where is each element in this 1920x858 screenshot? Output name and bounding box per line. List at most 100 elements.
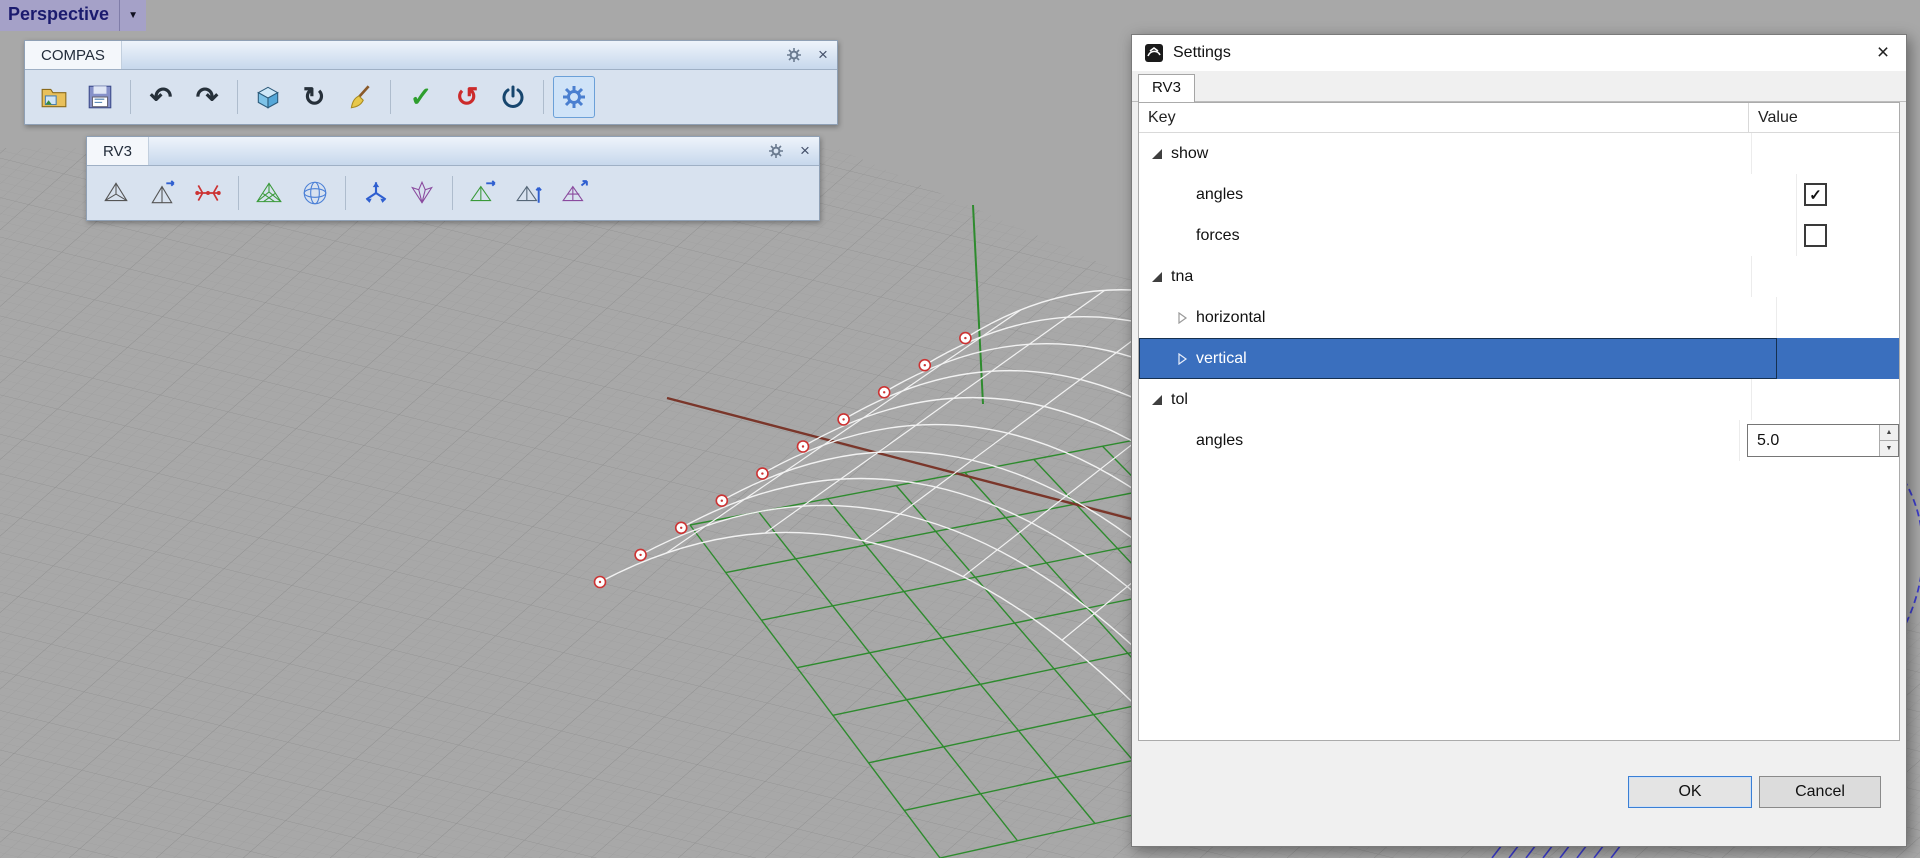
spinner: ▲ ▼ bbox=[1879, 425, 1898, 456]
compas-toolbar: COMPAS × ↶ ↷ ↻ ✓ ↺ bbox=[24, 40, 838, 125]
compas-undo-button[interactable]: ↶ bbox=[140, 76, 182, 118]
cancel-button[interactable]: Cancel bbox=[1759, 776, 1881, 808]
rv3-equilibrium-button[interactable] bbox=[355, 172, 397, 214]
force-sphere-icon bbox=[303, 181, 327, 205]
compas-save-button[interactable] bbox=[79, 76, 121, 118]
power-icon bbox=[502, 85, 524, 108]
rv3-toolbar-drag-area[interactable] bbox=[149, 137, 761, 165]
skeleton-icon bbox=[195, 185, 221, 201]
verify-check-icon: ✓ bbox=[409, 81, 433, 112]
settings-dialog: Settings × RV3 Key Value show angles ✓ f… bbox=[1131, 34, 1907, 847]
tol-angles-spinbox: ▲ ▼ bbox=[1747, 424, 1899, 457]
viewport-name[interactable]: Perspective bbox=[0, 0, 120, 31]
compas-clean-button[interactable] bbox=[339, 76, 381, 118]
settings-tabstrip: RV3 bbox=[1132, 71, 1906, 102]
settings-row-tol-angles[interactable]: angles ▲ ▼ bbox=[1139, 420, 1899, 461]
settings-gears-icon bbox=[563, 86, 585, 108]
expand-triangle-icon[interactable] bbox=[1151, 271, 1163, 283]
toolbar-separator bbox=[238, 176, 239, 210]
compas-toolbar-options-gear-icon[interactable] bbox=[779, 41, 809, 69]
compas-cloud-sync-button[interactable]: ↺ bbox=[446, 76, 488, 118]
column-header-key[interactable]: Key bbox=[1139, 103, 1749, 132]
solve-equilibrium-icon bbox=[562, 180, 588, 202]
expand-triangle-icon[interactable] bbox=[1151, 394, 1163, 406]
settings-row-show[interactable]: show bbox=[1139, 133, 1899, 174]
rv3-fan-button[interactable] bbox=[401, 172, 443, 214]
collapse-triangle-icon[interactable] bbox=[1176, 352, 1188, 365]
tol-angles-input[interactable] bbox=[1748, 425, 1879, 456]
row-key-label: angles bbox=[1196, 185, 1244, 203]
open-file-icon bbox=[41, 88, 67, 108]
row-key-label: forces bbox=[1196, 226, 1240, 244]
rv3-toolbar-titlebar: RV3 × bbox=[87, 137, 819, 166]
toolbar-separator bbox=[237, 80, 238, 114]
toolbar-separator bbox=[452, 176, 453, 210]
undo-icon: ↶ bbox=[149, 81, 173, 112]
compas-toolbar-close-icon[interactable]: × bbox=[809, 41, 837, 69]
cube-scene-icon bbox=[257, 86, 279, 109]
settings-row-show-forces[interactable]: forces bbox=[1139, 215, 1899, 256]
settings-table-header: Key Value bbox=[1139, 103, 1899, 133]
spin-up-icon[interactable]: ▲ bbox=[1880, 425, 1898, 441]
settings-dialog-close-button[interactable]: × bbox=[1860, 35, 1906, 71]
compas-redo-button[interactable]: ↷ bbox=[186, 76, 228, 118]
toolbar-separator bbox=[345, 176, 346, 210]
pattern-mesh-icon bbox=[256, 182, 282, 203]
rv3-vertical-button[interactable] bbox=[508, 172, 550, 214]
viewport-menu-arrow-icon[interactable]: ▼ bbox=[119, 0, 147, 31]
equilibrium-arrows-icon bbox=[365, 182, 387, 203]
settings-row-tna[interactable]: tna bbox=[1139, 256, 1899, 297]
settings-row-show-angles[interactable]: angles bbox=[1139, 174, 1899, 215]
compas-refresh-button[interactable]: ↻ bbox=[293, 76, 335, 118]
row-key-label: horizontal bbox=[1196, 308, 1266, 326]
rv3-pattern-button[interactable] bbox=[248, 172, 290, 214]
vertical-equilibrium-icon bbox=[516, 185, 542, 203]
row-key-label: vertical bbox=[1196, 349, 1247, 367]
compas-verify-button[interactable]: ✓ bbox=[400, 76, 442, 118]
refresh-icon: ↻ bbox=[302, 81, 326, 112]
rv3-force-button[interactable] bbox=[294, 172, 336, 214]
settings-row-tna-vertical[interactable]: vertical bbox=[1139, 338, 1899, 379]
form-diagram-arrow-icon bbox=[151, 180, 175, 204]
row-key-label: angles bbox=[1196, 431, 1244, 449]
rv3-toolbar-close-icon[interactable]: × bbox=[791, 137, 819, 165]
compas-toolbar-body: ↶ ↷ ↻ ✓ ↺ bbox=[25, 70, 837, 124]
rv3-solve-button[interactable] bbox=[554, 172, 596, 214]
form-diagram-icon bbox=[104, 182, 128, 202]
settings-row-tol[interactable]: tol bbox=[1139, 379, 1899, 420]
toolbar-separator bbox=[130, 80, 131, 114]
rv3-toolbar-options-gear-icon[interactable] bbox=[761, 137, 791, 165]
spin-down-icon[interactable]: ▼ bbox=[1880, 441, 1898, 456]
fan-diagram-icon bbox=[411, 180, 433, 204]
rv3-horizontal-button[interactable] bbox=[462, 172, 504, 214]
rv3-form-arrow-button[interactable] bbox=[141, 172, 183, 214]
compas-settings-button[interactable] bbox=[553, 76, 595, 118]
redo-icon: ↷ bbox=[195, 81, 219, 112]
rhino-viewport-window: Perspective ▼ COMPAS × ↶ ↷ ↻ ✓ ↺ RV3 × S… bbox=[0, 0, 1920, 858]
viewport-label: Perspective ▼ bbox=[0, 0, 147, 31]
compas-toolbar-titlebar: COMPAS × bbox=[25, 41, 837, 70]
ok-button[interactable]: OK bbox=[1628, 776, 1752, 808]
tab-rv3[interactable]: RV3 bbox=[1138, 74, 1195, 102]
settings-dialog-titlebar[interactable]: Settings × bbox=[1132, 35, 1906, 71]
save-file-icon bbox=[88, 85, 112, 109]
compas-open-button[interactable] bbox=[33, 76, 75, 118]
settings-table: Key Value show angles f bbox=[1138, 102, 1900, 741]
column-header-value[interactable]: Value bbox=[1749, 109, 1899, 127]
toolbar-separator bbox=[390, 80, 391, 114]
row-key-label: show bbox=[1171, 144, 1209, 162]
settings-row-tna-horizontal[interactable]: horizontal bbox=[1139, 297, 1899, 338]
rv3-skeleton-button[interactable] bbox=[187, 172, 229, 214]
compas-toolbar-drag-area[interactable] bbox=[122, 41, 779, 69]
collapse-triangle-icon[interactable] bbox=[1176, 311, 1188, 324]
settings-dialog-icon bbox=[1145, 44, 1163, 62]
forces-checkbox[interactable] bbox=[1804, 224, 1827, 247]
compas-scene-button[interactable] bbox=[247, 76, 289, 118]
rv3-toolbar-title: RV3 bbox=[87, 137, 149, 165]
expand-triangle-icon[interactable] bbox=[1151, 148, 1163, 160]
angles-checkbox[interactable] bbox=[1804, 183, 1827, 206]
compas-shutdown-button[interactable] bbox=[492, 76, 534, 118]
rv3-form-diagram-button[interactable] bbox=[95, 172, 137, 214]
settings-dialog-title: Settings bbox=[1173, 44, 1231, 61]
rv3-toolbar: RV3 × bbox=[86, 136, 820, 221]
